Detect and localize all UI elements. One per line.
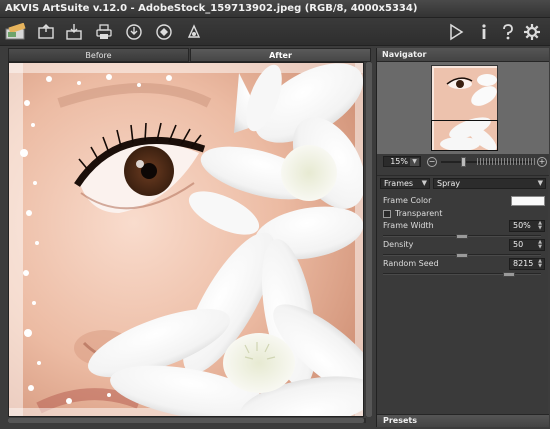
frame-width-slider[interactable] [383,234,541,239]
transparent-row: Transparent [383,208,543,220]
random-seed-value: 8215 [513,259,534,268]
zoom-slider-ticks [477,158,535,165]
tab-after[interactable]: After [190,48,371,62]
vertical-scrollbar[interactable] [366,62,372,417]
frame-color-swatch[interactable] [511,196,545,206]
view-tabs: Before After [8,48,372,62]
zoom-in-icon[interactable]: + [537,157,547,167]
zoom-value: 15% [390,157,408,166]
zoom-dropdown-icon[interactable]: ▼ [410,158,419,166]
density-value: 50 [513,240,524,249]
open-image-icon[interactable] [36,22,56,42]
frame-width-value: 50% [513,221,531,230]
random-seed-slider-track [383,273,541,275]
frame-width-label: Frame Width [383,221,434,230]
density-label: Density [383,240,414,249]
chevron-down-icon: ▼ [421,179,427,187]
settings-panel: Navigator 15% ▼ − + Frames ▼ Spray ▼ Fra… [376,48,549,427]
save-image-icon[interactable] [64,22,84,42]
frame-color-label: Frame Color [383,196,432,205]
batch-icon[interactable] [154,22,174,42]
frame-width-input[interactable]: 50% ▲ ▼ [509,220,545,232]
window-title: AKVIS ArtSuite v.12.0 - AdobeStock_15971… [5,3,418,14]
app-logo-icon[interactable] [4,22,28,42]
navigator-preview [377,62,549,154]
zoom-row: 15% ▼ − + [377,155,549,169]
effect-selectors: Frames ▼ Spray ▼ [377,175,549,189]
share-icon[interactable] [124,22,144,42]
transparent-label: Transparent [395,209,443,218]
navigator-view-frame[interactable] [431,120,498,151]
random-seed-row: Random Seed 8215 ▲ ▼ [383,258,545,270]
spinner-arrows-icon[interactable]: ▲ ▼ [537,221,543,231]
category-select[interactable]: Frames ▼ [380,178,430,189]
frame-color-row: Frame Color [383,195,545,207]
toolbar [0,18,550,46]
transparent-checkbox[interactable] [383,210,391,218]
settings-icon[interactable] [522,22,542,42]
zoom-slider-knob[interactable] [461,157,466,167]
chevron-down-icon: ▼ [537,179,543,187]
presets-header[interactable]: Presets [377,414,549,427]
random-seed-slider-knob[interactable] [503,272,515,277]
run-icon[interactable] [446,22,466,42]
random-seed-input[interactable]: 8215 ▲ ▼ [509,258,545,270]
horizontal-scroll-thumb[interactable] [8,418,364,423]
random-seed-label: Random Seed [383,259,439,268]
image-canvas[interactable] [8,62,364,417]
frame-width-row: Frame Width 50% ▲ ▼ [383,220,545,232]
vertical-scroll-thumb[interactable] [366,62,372,417]
density-row: Density 50 ▲ ▼ [383,239,545,251]
zoom-input[interactable]: 15% ▼ [383,156,421,167]
horizontal-scrollbar[interactable] [8,418,366,423]
print-icon[interactable] [94,22,114,42]
density-slider[interactable] [383,253,541,258]
spinner-arrows-icon[interactable]: ▲ ▼ [537,240,543,250]
tab-before[interactable]: Before [8,48,189,62]
title-bar: AKVIS ArtSuite v.12.0 - AdobeStock_15971… [0,0,550,18]
presets-icon[interactable] [184,22,204,42]
navigator-header: Navigator [377,48,549,62]
info-icon[interactable] [474,22,494,42]
density-input[interactable]: 50 ▲ ▼ [509,239,545,251]
zoom-out-icon[interactable]: − [427,157,437,167]
category-select-value: Frames [384,179,414,188]
effect-type-select[interactable]: Spray ▼ [433,178,546,189]
help-icon[interactable] [498,22,518,42]
random-seed-slider[interactable] [383,272,541,277]
spinner-arrows-icon[interactable]: ▲ ▼ [537,259,543,269]
effect-type-value: Spray [437,179,461,188]
